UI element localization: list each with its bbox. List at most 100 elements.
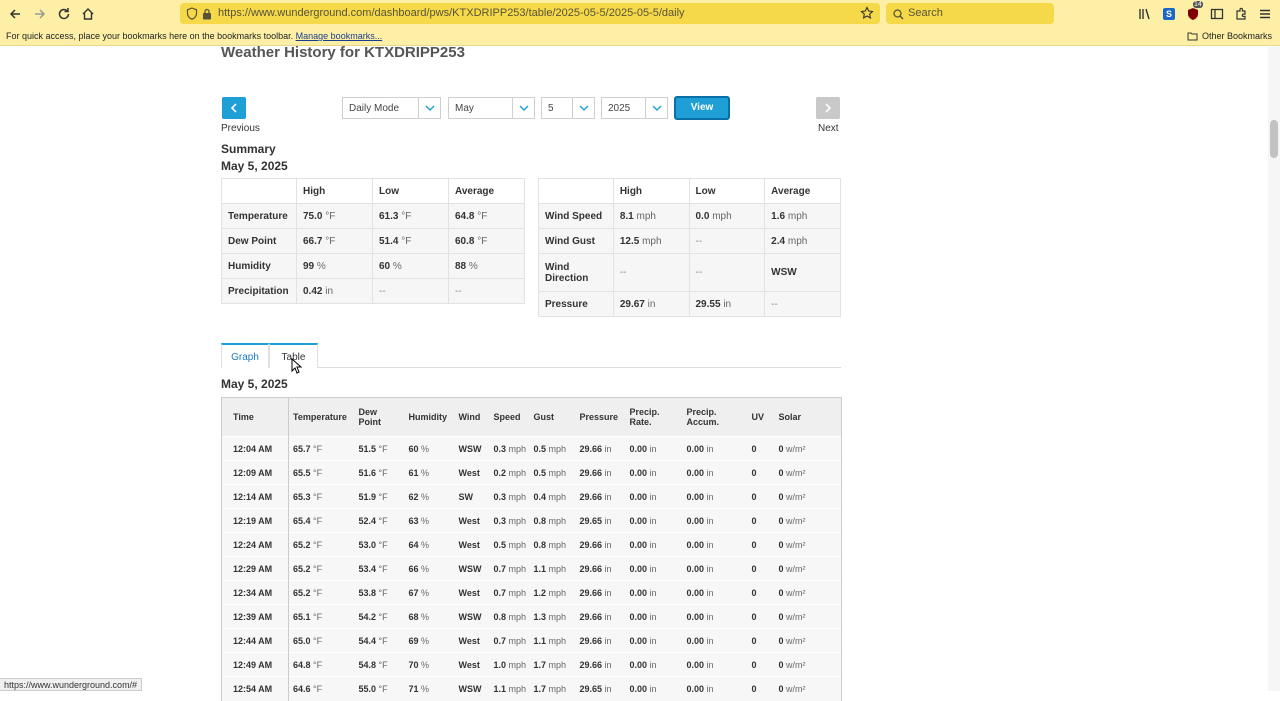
cell-unit: mph — [508, 443, 527, 454]
cell-value: 0 — [751, 587, 757, 598]
table-cell: 0 w/m² — [774, 460, 842, 485]
cell-unit: in — [604, 563, 612, 574]
chevron-down-icon — [512, 98, 534, 118]
extensions-puzzle-icon[interactable] — [1232, 5, 1250, 23]
previous-label[interactable]: Previous — [221, 123, 260, 134]
search-bar[interactable]: Search — [886, 3, 1054, 24]
next-label[interactable]: Next — [818, 123, 839, 134]
unit: mph — [636, 210, 656, 222]
mode-select-value: Daily Mode — [349, 103, 400, 114]
cell-unit: °F — [378, 635, 388, 646]
value: -- — [695, 267, 703, 278]
cell-value: 0 — [751, 515, 757, 526]
table-cell: 0.3 mph — [489, 508, 530, 533]
forward-icon[interactable] — [31, 5, 49, 23]
other-bookmarks-label[interactable]: Other Bookmarks — [1202, 31, 1272, 41]
cell-value: WSW — [458, 683, 482, 694]
cell-unit: w/m² — [786, 515, 806, 526]
cell-value: 0.00 — [629, 443, 648, 454]
extension-s-icon[interactable]: S — [1160, 5, 1178, 23]
cell-value: 65.5 — [293, 467, 311, 478]
cell-unit: mph — [508, 563, 527, 574]
next-day-button[interactable] — [816, 97, 840, 119]
table-cell: 12:19 AM — [221, 508, 289, 533]
month-select[interactable]: May — [448, 97, 535, 119]
column-header[interactable]: UV — [747, 397, 775, 437]
table-cell: 0 — [747, 556, 775, 581]
column-header[interactable]: Speed — [489, 397, 530, 437]
table-cell: 0.8 mph — [529, 532, 576, 557]
table-cell: 55.0 °F — [354, 676, 405, 701]
column-header[interactable]: Wind — [454, 397, 490, 437]
column-header[interactable]: Pressure — [575, 397, 626, 437]
cell-unit: °F — [313, 491, 323, 502]
cell-value: 0.7 — [493, 563, 507, 574]
ublock-icon[interactable]: 14 — [1184, 1, 1203, 23]
summary-low-value: 0.0 mph — [688, 203, 766, 229]
summary-high-value: 75.0 °F — [296, 203, 373, 229]
column-header[interactable]: Precip. Rate. — [625, 397, 683, 437]
mouse-cursor — [291, 358, 303, 374]
cell-value: 54.8 — [358, 659, 377, 670]
table-cell: 0 w/m² — [774, 484, 842, 509]
column-header[interactable]: Gust — [529, 397, 576, 437]
view-button[interactable]: View — [674, 96, 730, 120]
page-scrollbar[interactable] — [1268, 47, 1280, 691]
year-select[interactable]: 2025 — [601, 97, 668, 119]
table-cell: WSW — [454, 556, 490, 581]
table-cell: 0 — [747, 628, 775, 653]
table-cell: 12:34 AM — [221, 580, 289, 605]
cell-value: 0.00 — [629, 683, 648, 694]
column-header[interactable]: Temperature — [288, 397, 355, 437]
shield-icon[interactable] — [186, 7, 198, 25]
column-header[interactable]: Dew Point — [354, 397, 405, 437]
table-cell: 0 — [747, 676, 775, 701]
scrollbar-thumb[interactable] — [1270, 120, 1278, 158]
column-header[interactable]: Humidity — [404, 397, 455, 437]
value: WSW — [771, 267, 797, 278]
sidebar-icon[interactable] — [1208, 5, 1226, 23]
bookmark-star-icon[interactable] — [860, 6, 874, 25]
table-cell: 65.4 °F — [288, 508, 355, 533]
column-header[interactable]: Solar — [774, 397, 842, 437]
cell-unit: °F — [313, 563, 323, 574]
table-cell: 1.0 mph — [489, 652, 530, 677]
previous-day-button[interactable] — [222, 97, 246, 119]
column-header[interactable]: Time — [221, 397, 289, 437]
cell-value: 29.65 — [579, 683, 603, 694]
cell-unit: mph — [548, 539, 567, 550]
search-input[interactable]: Search — [908, 7, 943, 19]
cell-value: West — [458, 587, 480, 598]
other-bookmarks[interactable]: Other Bookmarks — [1187, 31, 1272, 41]
cell-unit: in — [649, 611, 657, 622]
table-cell: 0.00 in — [625, 604, 683, 629]
url-bar[interactable]: https://www.wunderground.com/dashboard/p… — [180, 3, 880, 24]
summary-row: Dew Point 66.7 °F 51.4 °F 60.8 °F — [221, 228, 525, 254]
cell-unit: in — [706, 683, 714, 694]
column-header[interactable]: Precip. Accum. — [682, 397, 748, 437]
cell-unit: in — [649, 683, 657, 694]
url-text[interactable]: https://www.wunderground.com/dashboard/p… — [218, 7, 685, 19]
table-cell: West — [454, 508, 490, 533]
tab-graph[interactable]: Graph — [221, 343, 269, 368]
table-cell: 0.5 mph — [489, 532, 530, 557]
table-cell: West — [454, 532, 490, 557]
summary-header-cell: Low — [372, 178, 449, 204]
home-icon[interactable] — [79, 5, 97, 23]
lock-icon[interactable] — [202, 7, 212, 25]
cell-value: 0 — [751, 443, 757, 454]
back-icon[interactable] — [6, 5, 24, 23]
menu-icon[interactable] — [1256, 5, 1274, 23]
library-icon[interactable] — [1136, 5, 1154, 23]
cell-value: 12:54 AM — [233, 683, 273, 694]
cell-unit: w/m² — [786, 443, 806, 454]
mode-select[interactable]: Daily Mode — [342, 97, 441, 119]
summary-low-value: 61.3 °F — [372, 203, 449, 229]
cell-unit: mph — [508, 659, 527, 670]
manage-bookmarks-link[interactable]: Manage bookmarks... — [296, 31, 383, 41]
summary-avg-value: 88 % — [448, 253, 525, 279]
reload-icon[interactable] — [55, 5, 73, 23]
day-select[interactable]: 5 — [541, 97, 595, 119]
cell-value: 52.4 — [358, 515, 377, 526]
unit: °F — [325, 235, 336, 247]
